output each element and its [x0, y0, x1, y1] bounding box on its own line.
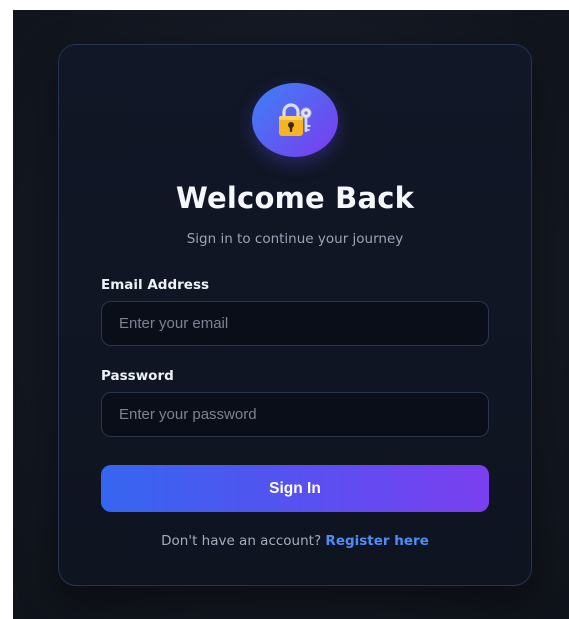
sign-in-button[interactable]: Sign In: [101, 465, 489, 512]
register-prompt-text: Don't have an account?: [161, 533, 326, 549]
register-link[interactable]: Register here: [325, 533, 428, 549]
email-field[interactable]: [101, 301, 489, 346]
email-label: Email Address: [101, 277, 210, 293]
login-card: Welcome Back Sign in to continue your jo…: [58, 44, 532, 586]
password-label: Password: [101, 368, 174, 384]
page-title: Welcome Back: [175, 181, 415, 215]
app-logo: [252, 83, 338, 157]
lock-with-key-icon: [275, 101, 315, 139]
page-subtitle: Sign in to continue your journey: [186, 231, 404, 247]
password-field[interactable]: [101, 392, 489, 437]
page-background: Welcome Back Sign in to continue your jo…: [13, 10, 569, 619]
register-prompt: Don't have an account? Register here: [59, 533, 531, 549]
